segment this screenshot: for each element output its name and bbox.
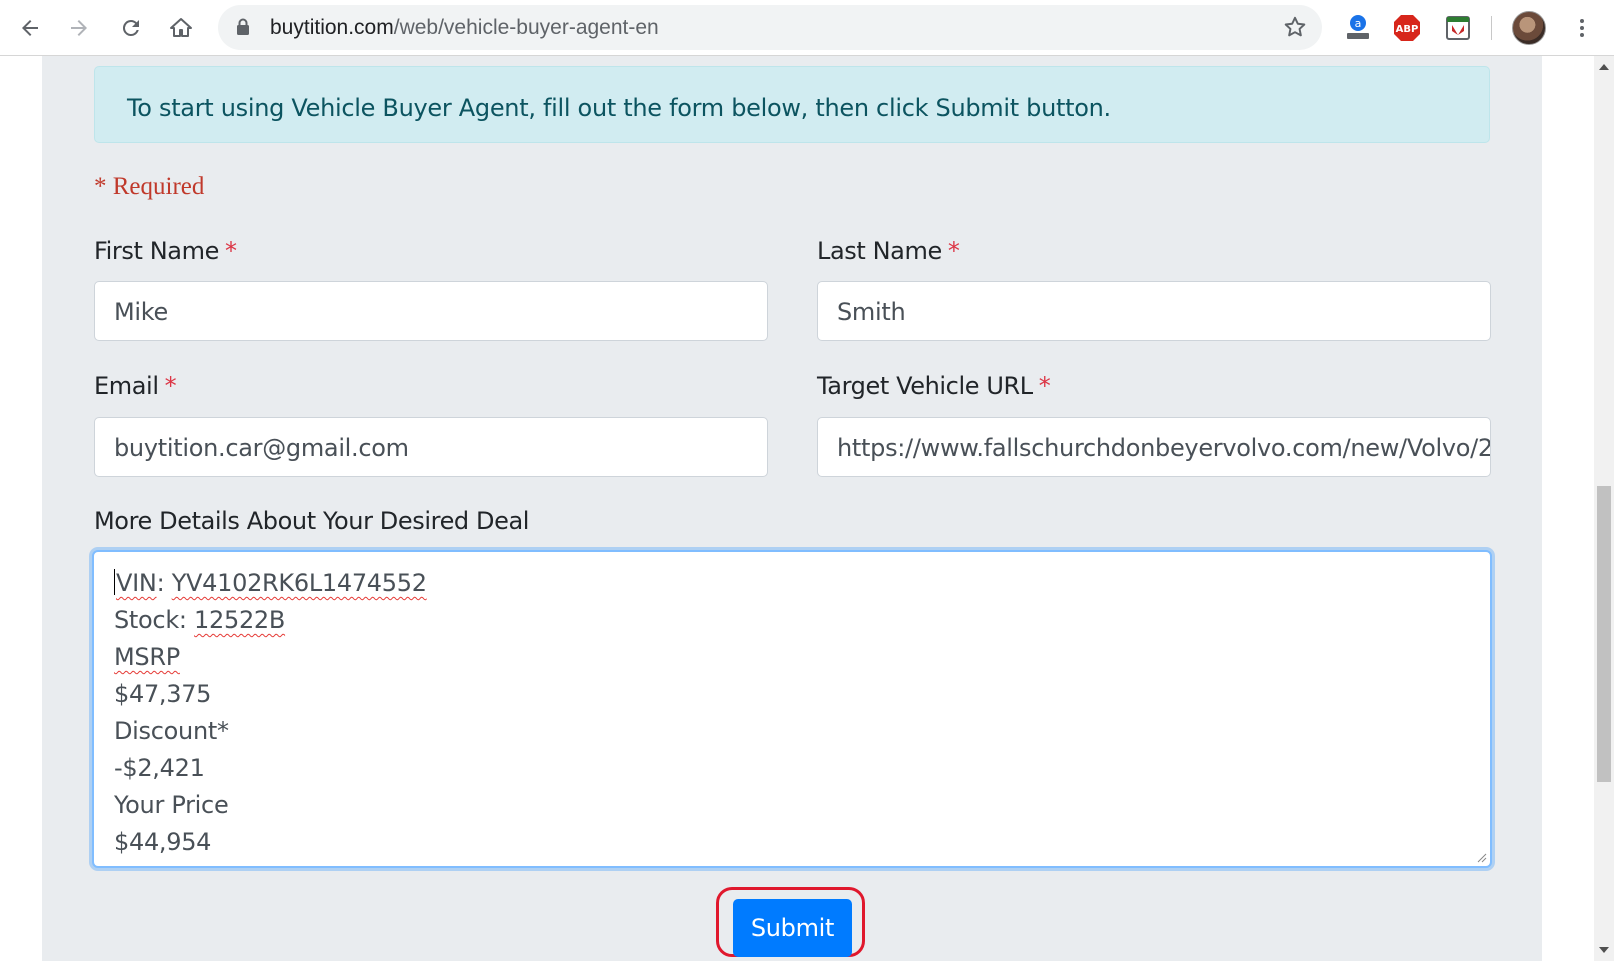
details-line: VIN: YV4102RK6L1474552 (114, 568, 1490, 605)
adblock-label: ABP (1396, 24, 1419, 35)
url-host: buytition.com (270, 16, 394, 39)
required-asterisk: * (947, 237, 960, 265)
email-label: Email * (94, 372, 177, 400)
submit-button[interactable]: Submit (733, 899, 852, 957)
home-icon (170, 18, 192, 37)
details-vin-prefix: VIN (116, 569, 157, 597)
scroll-thumb[interactable] (1597, 486, 1611, 782)
browser-menu-button[interactable] (1562, 8, 1602, 48)
details-line: $47,375 (114, 680, 212, 708)
reload-icon (122, 19, 139, 36)
scroll-down-arrow-icon[interactable] (1599, 947, 1609, 953)
target-url-value: https://www.fallschurchdonbeyervolvo.com… (837, 434, 1491, 462)
first-name-label-text: First Name (94, 237, 219, 265)
info-alert-text: To start using Vehicle Buyer Agent, fill… (127, 94, 1111, 122)
last-name-label: Last Name * (817, 237, 960, 265)
more-vert-icon (1580, 19, 1584, 37)
details-stock-value: 12522B (194, 606, 286, 634)
target-url-label-text: Target Vehicle URL (817, 372, 1033, 400)
address-bar[interactable]: buytition.com/web/vehicle-buyer-agent-en (218, 5, 1322, 50)
email-input[interactable]: buytition.car@gmail.com (94, 417, 768, 477)
adblock-plus-icon[interactable]: ABP (1389, 10, 1425, 46)
scroll-up-arrow-icon[interactable] (1599, 64, 1609, 70)
required-asterisk: * (1038, 372, 1051, 400)
arrow-right-icon (71, 20, 87, 36)
details-line: Stock: 12522B (114, 605, 1490, 642)
email-value: buytition.car@gmail.com (114, 434, 409, 462)
details-line: Discount* (114, 717, 229, 745)
resize-handle-icon[interactable] (1475, 851, 1487, 863)
details-label: More Details About Your Desired Deal (94, 507, 530, 535)
toolbar-divider (1491, 16, 1492, 40)
details-line-text: MSRP (114, 643, 180, 671)
first-name-input[interactable]: Mike (94, 281, 768, 341)
details-line: MSRP (114, 642, 1490, 679)
last-name-input[interactable]: Smith (817, 281, 1491, 341)
arrow-left-icon (22, 20, 38, 36)
email-label-text: Email (94, 372, 159, 400)
first-name-label: First Name * (94, 237, 237, 265)
mcafee-icon[interactable] (1440, 10, 1476, 46)
reload-button[interactable] (111, 8, 151, 48)
required-asterisk: * (164, 372, 177, 400)
required-asterisk: * (224, 237, 237, 265)
url-text: buytition.com/web/vehicle-buyer-agent-en (270, 16, 659, 40)
bookmark-star-icon[interactable] (1282, 14, 1308, 40)
first-name-value: Mike (114, 298, 168, 326)
page-viewport: To start using Vehicle Buyer Agent, fill… (0, 56, 1614, 961)
back-button[interactable] (10, 8, 50, 48)
details-vin-separator: : (156, 569, 172, 597)
url-path: /web/vehicle-buyer-agent-en (393, 16, 659, 39)
profile-avatar[interactable] (1512, 11, 1546, 45)
home-button[interactable] (161, 8, 201, 48)
last-name-value: Smith (837, 298, 906, 326)
info-alert: To start using Vehicle Buyer Agent, fill… (94, 66, 1490, 143)
target-url-input[interactable]: https://www.fallschurchdonbeyervolvo.com… (817, 417, 1491, 477)
details-line: -$2,421 (114, 754, 205, 782)
svg-text:a: a (1355, 17, 1362, 30)
target-url-label: Target Vehicle URL * (817, 372, 1051, 400)
lock-icon (237, 18, 249, 35)
page-scrollbar[interactable] (1594, 56, 1614, 961)
details-stock-prefix: Stock: (114, 606, 195, 634)
browser-toolbar: buytition.com/web/vehicle-buyer-agent-en… (0, 0, 1614, 56)
amazon-assistant-icon[interactable]: a (1340, 10, 1376, 46)
last-name-label-text: Last Name (817, 237, 942, 265)
required-note: * Required (94, 173, 205, 200)
details-line: $44,954 (114, 828, 212, 856)
forward-button[interactable] (59, 8, 99, 48)
details-vin-value: YV4102RK6L1474552 (171, 569, 427, 597)
details-textarea[interactable]: VIN: YV4102RK6L1474552 Stock: 12522B MSR… (92, 550, 1492, 868)
details-line: Your Price (114, 791, 229, 819)
text-caret (114, 569, 115, 595)
